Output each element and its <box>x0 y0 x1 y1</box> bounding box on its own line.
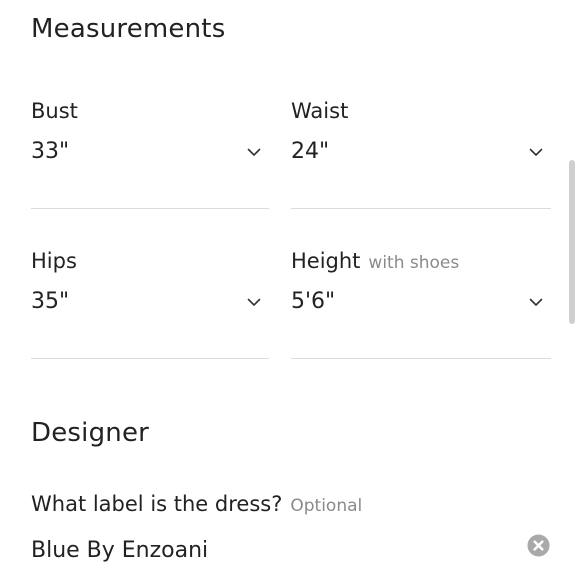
designer-question-label: What label is the dress? <box>31 492 283 516</box>
height-select[interactable]: 5'6" <box>291 287 551 321</box>
designer-optional-hint: Optional <box>290 496 363 516</box>
hips-underline <box>31 358 269 359</box>
designer-question: What label is the dress? Optional <box>31 492 362 516</box>
height-underline <box>291 358 551 359</box>
height-label: Height <box>291 249 361 273</box>
waist-select[interactable]: 24" <box>291 137 551 171</box>
hips-label: Hips <box>31 249 77 273</box>
chevron-down-icon <box>529 298 543 306</box>
designer-input[interactable] <box>31 534 521 566</box>
height-hint: with shoes <box>368 253 460 273</box>
waist-underline <box>291 208 551 209</box>
measurements-title: Measurements <box>31 14 226 44</box>
height-field: Height with shoes 5'6" <box>291 249 551 359</box>
waist-label: Waist <box>291 99 349 123</box>
designer-title: Designer <box>31 418 150 448</box>
waist-value: 24" <box>291 139 330 164</box>
chevron-down-icon <box>529 148 543 156</box>
bust-field: Bust 33" <box>31 99 269 209</box>
chevron-down-icon <box>247 298 261 306</box>
bust-select[interactable]: 33" <box>31 137 269 171</box>
chevron-down-icon <box>247 148 261 156</box>
measurements-form: Measurements Bust 33" Waist 24" Hips 35"… <box>0 0 580 580</box>
bust-label: Bust <box>31 99 78 123</box>
bust-underline <box>31 208 269 209</box>
bust-value: 33" <box>31 139 70 164</box>
scrollbar[interactable] <box>569 160 575 324</box>
height-value: 5'6" <box>291 289 336 314</box>
hips-select[interactable]: 35" <box>31 287 269 321</box>
waist-field: Waist 24" <box>291 99 551 209</box>
hips-value: 35" <box>31 289 70 314</box>
hips-field: Hips 35" <box>31 249 269 359</box>
clear-circle-icon[interactable] <box>527 534 550 557</box>
